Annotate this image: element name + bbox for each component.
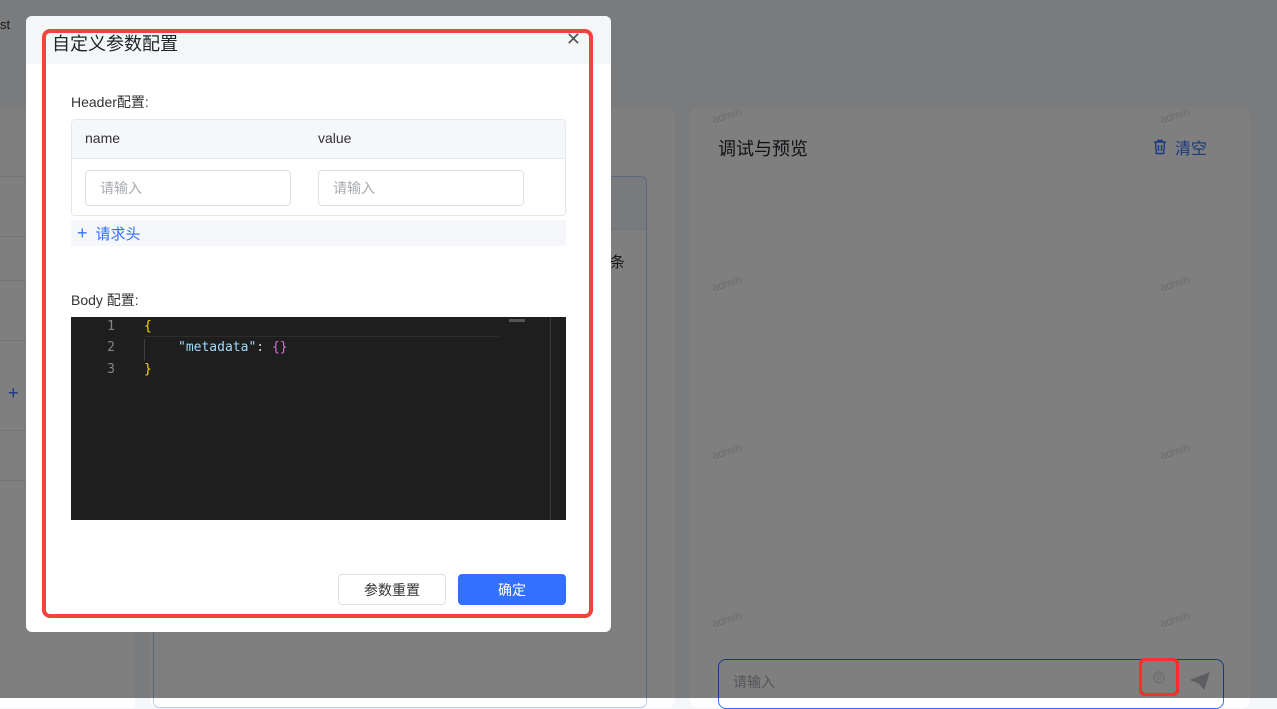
- header-config-label: Header配置:: [71, 94, 149, 110]
- reset-parameters-button[interactable]: 参数重置: [338, 574, 446, 605]
- column-header-name: name: [85, 130, 121, 146]
- body-config-label: Body 配置:: [71, 292, 139, 308]
- editor-minimap[interactable]: [509, 319, 525, 322]
- code-line: 1 {: [71, 319, 501, 341]
- code-line: 3 }: [71, 362, 501, 384]
- json-value: {}: [271, 340, 288, 355]
- editor-scrollbar-track[interactable]: [550, 317, 551, 520]
- header-name-field[interactable]: [85, 170, 291, 206]
- header-table-head: name value: [72, 120, 565, 159]
- column-header-value: value: [318, 130, 352, 146]
- code-line: 2 "metadata": {}: [71, 340, 501, 362]
- header-value-input[interactable]: [319, 171, 523, 205]
- plus-icon: +: [77, 223, 88, 243]
- code-text: }: [144, 362, 152, 377]
- body-code-editor[interactable]: 1 { 2 "metadata": {} 3 }: [71, 317, 566, 520]
- parameter-settings-button-highlight[interactable]: [1139, 658, 1179, 696]
- dialog-title: 自定义参数配置: [52, 34, 178, 54]
- add-request-header-label: 请求头: [95, 225, 141, 243]
- custom-parameter-dialog: 自定义参数配置 ✕ Header配置: name value + 请求头 Bod…: [26, 16, 611, 632]
- line-number: 3: [107, 362, 115, 377]
- close-icon[interactable]: ✕: [566, 30, 581, 48]
- code-text: {: [144, 319, 152, 334]
- dialog-header: 自定义参数配置 ✕: [26, 16, 611, 64]
- line-number: 2: [107, 340, 115, 355]
- gear-icon: [1152, 670, 1166, 684]
- code-text: "metadata": {}: [178, 340, 288, 355]
- add-request-header-button[interactable]: + 请求头: [71, 220, 566, 246]
- confirm-button[interactable]: 确定: [458, 574, 566, 605]
- json-colon: :: [256, 340, 272, 355]
- json-key: "metadata": [178, 340, 257, 355]
- header-value-field[interactable]: [318, 170, 524, 206]
- line-number: 1: [107, 319, 115, 334]
- header-name-input[interactable]: [86, 171, 290, 205]
- header-table: name value: [71, 119, 566, 216]
